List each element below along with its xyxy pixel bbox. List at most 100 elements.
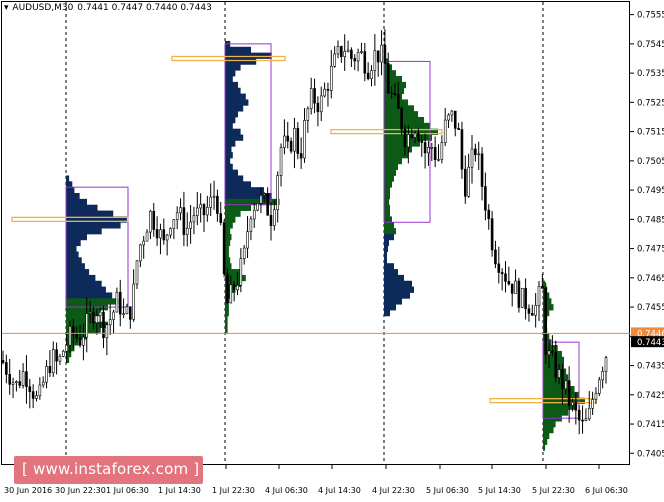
- candle-body: [242, 247, 246, 259]
- y-tick-label: 0.7555: [637, 11, 664, 21]
- candle-body: [383, 44, 387, 64]
- candle-body: [574, 402, 578, 411]
- candle-body: [487, 209, 491, 219]
- candle-body: [500, 272, 504, 275]
- candle-body: [433, 147, 437, 160]
- profile-bin: [384, 239, 389, 247]
- y-tick-label: 0.7415: [637, 420, 664, 430]
- candle-body: [587, 408, 591, 420]
- candle-body: [393, 93, 397, 95]
- candle-body: [467, 166, 470, 197]
- candle-body: [530, 313, 534, 316]
- candle-body: [373, 50, 377, 71]
- x-tick-label: 5 Jul 22:30: [532, 486, 575, 495]
- y-tick-label: 0.7515: [637, 128, 664, 138]
- profile-bin: [225, 327, 228, 334]
- candle-body: [283, 135, 286, 148]
- profile-bin: [384, 169, 396, 176]
- profile-bin: [225, 46, 251, 54]
- candle-body: [450, 110, 454, 116]
- candle-body: [202, 204, 206, 216]
- candle-body: [510, 283, 514, 294]
- candle-body: [78, 337, 82, 346]
- profile-bin: [384, 181, 392, 188]
- candle-body: [75, 334, 78, 339]
- candle-body: [293, 128, 296, 152]
- profile-bin: [225, 93, 246, 100]
- profile-bin: [384, 122, 430, 130]
- candle-body: [98, 311, 102, 317]
- candle-body: [129, 306, 132, 320]
- candle-body: [346, 49, 350, 52]
- x-tick-label: 4 Jul 06:30: [265, 486, 308, 495]
- profile-bin: [225, 64, 241, 71]
- candle-body: [386, 63, 390, 94]
- profile-bin: [384, 233, 394, 241]
- candle-body: [447, 114, 450, 121]
- candle-body: [584, 418, 588, 421]
- x-tick-label: 4 Jul 22:30: [372, 486, 415, 495]
- candle-body: [286, 135, 290, 142]
- profile-bin: [225, 76, 233, 83]
- profile-bin: [66, 292, 113, 299]
- candle-body: [229, 284, 233, 304]
- candle-body: [594, 393, 598, 400]
- candle-body: [122, 313, 125, 315]
- candle-body: [115, 291, 119, 313]
- candle-body: [108, 319, 112, 326]
- candle-body: [1, 360, 5, 363]
- candle-body: [112, 311, 115, 320]
- candle-body: [172, 219, 176, 229]
- profile-bin: [66, 187, 75, 194]
- candle-body: [15, 381, 18, 384]
- candle-body: [484, 186, 487, 211]
- profile-bin: [384, 175, 394, 182]
- chart-title-arrow-icon: ▾: [4, 3, 9, 13]
- profile-bin: [66, 198, 87, 206]
- candle-body: [25, 371, 28, 388]
- candle-body: [370, 70, 373, 79]
- candle-body: [564, 380, 568, 390]
- y-tick-label: 0.7425: [637, 391, 664, 401]
- candle-body: [494, 249, 497, 265]
- profile-bin: [225, 304, 229, 311]
- candle-body: [58, 355, 62, 362]
- candle-body: [333, 53, 336, 67]
- profile-bin: [384, 187, 390, 194]
- candle-body: [269, 214, 273, 226]
- profile-bin: [225, 122, 233, 130]
- x-tick-label: 30 Jun 22:30: [55, 486, 106, 495]
- profile-bin: [225, 134, 244, 141]
- candle-body: [316, 102, 320, 113]
- profile-bin: [225, 210, 241, 217]
- x-tick-label: 1 Jul 14:30: [158, 486, 201, 495]
- profile-bin: [384, 228, 396, 235]
- candle-body: [427, 147, 430, 154]
- candle-body: [232, 284, 236, 291]
- profile-bin: [384, 222, 394, 229]
- profile-bin: [225, 70, 236, 77]
- profile-bin: [225, 222, 233, 229]
- candle-body: [410, 134, 414, 138]
- candle-body: [527, 308, 531, 314]
- x-tick-label: 30 Jun 2016: [4, 486, 52, 495]
- candle-body: [175, 212, 179, 221]
- x-tick-label: 5 Jul 14:30: [478, 486, 521, 495]
- profile-bin: [66, 210, 114, 217]
- y-tick-label: 0.7455: [637, 303, 664, 313]
- profile-bin: [225, 87, 241, 94]
- candle-body: [296, 128, 300, 154]
- candle-body: [480, 153, 484, 187]
- candle-body: [420, 140, 424, 143]
- profile-bin: [543, 426, 554, 434]
- profile-bin: [225, 263, 232, 270]
- candle-body: [206, 207, 209, 216]
- candle-body: [353, 58, 357, 62]
- candle-body: [319, 95, 323, 113]
- profile-bin: [225, 157, 231, 165]
- profile-bin: [66, 269, 90, 276]
- candle-body: [567, 380, 571, 406]
- profile-bin: [66, 233, 87, 241]
- profile-bin: [225, 105, 244, 112]
- candle-body: [273, 209, 276, 226]
